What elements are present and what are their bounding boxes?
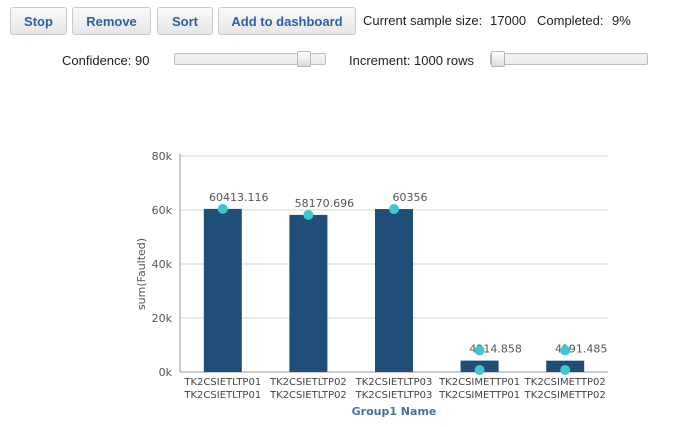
data-label: 60413.116	[209, 191, 269, 204]
x-tick-label: TK2CSIETLTP02	[269, 390, 347, 401]
x-tick-label: TK2CSIETLTP01	[183, 377, 261, 388]
data-point	[303, 209, 314, 220]
x-tick-label: TK2CSIMETTP02	[524, 377, 606, 388]
bar	[203, 208, 242, 372]
x-tick-label: TK2CSIETLTP02	[269, 377, 347, 388]
data-label: 60356	[393, 191, 428, 204]
y-tick-label: 80k	[152, 150, 173, 163]
y-tick-label: 40k	[152, 258, 173, 271]
bar-chart: 0k 20k 40k 60k 80k 60413.116 TK2CSIETLTP01 TK2C…	[135, 150, 608, 418]
y-axis-title: sum(Faulted)	[135, 238, 148, 310]
data-point	[474, 365, 485, 375]
x-tick-label: TK2CSIETLTP01	[183, 390, 261, 401]
x-tick-label: TK2CSIMETTP01	[438, 390, 520, 401]
data-point	[560, 345, 571, 356]
y-tick-label: 0k	[159, 366, 173, 379]
x-tick-label: TK2CSIMETTP02	[524, 390, 606, 401]
data-point	[474, 345, 485, 356]
data-point	[217, 203, 228, 214]
x-axis-title: Group1 Name	[352, 405, 437, 418]
bar	[289, 214, 328, 372]
bar	[375, 209, 413, 372]
x-tick-label: TK2CSIMETTP01	[438, 377, 520, 388]
x-tick-label: TK2CSIETLTP03	[355, 390, 433, 401]
y-tick-label: 20k	[152, 312, 173, 325]
x-tick-label: TK2CSIETLTP03	[355, 377, 433, 388]
y-tick-label: 60k	[152, 204, 173, 217]
data-point	[389, 204, 399, 215]
data-label: 58170.696	[295, 197, 355, 210]
data-point	[560, 365, 571, 375]
